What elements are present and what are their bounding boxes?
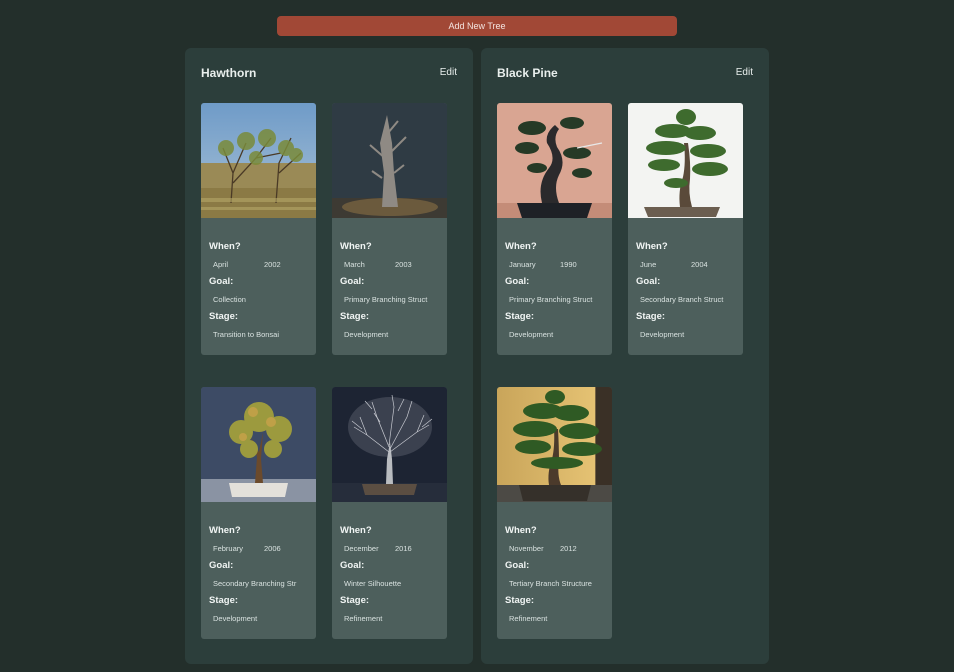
progress-card[interactable]: When? June 2004 Goal: Secondary Branch S…	[628, 103, 743, 355]
month-value: March	[344, 260, 365, 269]
when-label: When?	[340, 525, 372, 536]
stage-value: Development	[213, 614, 258, 623]
goal-label: Goal:	[505, 560, 530, 571]
goal-label: Goal:	[636, 276, 661, 287]
stage-label: Stage:	[340, 595, 370, 606]
year-value: 2002	[264, 260, 281, 269]
goal-label: Goal:	[209, 276, 234, 287]
stage-value: Refinement	[509, 614, 548, 623]
stage-value: Refinement	[344, 614, 383, 623]
add-new-tree-button[interactable]: Add New Tree	[277, 16, 677, 36]
month-value: February	[213, 544, 244, 553]
month-value: January	[509, 260, 536, 269]
tree-photo	[332, 387, 447, 502]
when-label: When?	[340, 241, 372, 252]
goal-value: Primary Branching Struct	[509, 295, 593, 304]
tree-photo	[332, 103, 447, 218]
year-value: 1990	[560, 260, 577, 269]
progress-card[interactable]: When? March 2003 Goal: Primary Branching…	[332, 103, 447, 355]
tree-photo	[497, 387, 612, 502]
tree-title: Hawthorn	[201, 66, 257, 80]
when-label: When?	[209, 525, 241, 536]
when-label: When?	[636, 241, 668, 252]
tree-photo	[201, 387, 316, 502]
goal-value: Tertiary Branch Structure	[509, 579, 592, 588]
tree-photo	[201, 103, 316, 218]
stage-label: Stage:	[505, 311, 535, 322]
progress-card[interactable]: When? February 2006 Goal: Secondary Bran…	[201, 387, 316, 639]
year-value: 2012	[560, 544, 577, 553]
tree-title: Black Pine	[497, 66, 558, 80]
goal-value: Winter Silhouette	[344, 579, 402, 588]
progress-card[interactable]: When? November 2012 Goal: Tertiary Branc…	[497, 387, 612, 639]
progress-card[interactable]: When? April 2002 Goal: Collection Stage:…	[201, 103, 316, 355]
edit-tree-button[interactable]: Edit	[736, 67, 753, 78]
year-value: 2016	[395, 544, 412, 553]
goal-value: Secondary Branching Str	[213, 579, 297, 588]
progress-card[interactable]: When? January 1990 Goal: Primary Branchi…	[497, 103, 612, 355]
goal-value: Primary Branching Struct	[344, 295, 428, 304]
when-label: When?	[505, 525, 537, 536]
month-value: June	[640, 260, 657, 269]
edit-tree-button[interactable]: Edit	[440, 67, 457, 78]
goal-label: Goal:	[340, 276, 365, 287]
goal-label: Goal:	[340, 560, 365, 571]
stage-label: Stage:	[209, 311, 239, 322]
tree-panel-black-pine: Black Pine Edit When? January 1990 Goal:…	[481, 48, 769, 664]
month-value: November	[509, 544, 544, 553]
year-value: 2003	[395, 260, 412, 269]
year-value: 2006	[264, 544, 281, 553]
goal-value: Secondary Branch Struct	[640, 295, 724, 304]
goal-value: Collection	[213, 295, 246, 304]
month-value: December	[344, 544, 379, 553]
stage-label: Stage:	[209, 595, 239, 606]
progress-card[interactable]: When? December 2016 Goal: Winter Silhoue…	[332, 387, 447, 639]
tree-photo	[497, 103, 612, 218]
stage-label: Stage:	[505, 595, 535, 606]
stage-label: Stage:	[340, 311, 370, 322]
stage-label: Stage:	[636, 311, 666, 322]
stage-value: Development	[640, 330, 685, 339]
year-value: 2004	[691, 260, 708, 269]
stage-value: Development	[344, 330, 389, 339]
month-value: April	[213, 260, 229, 269]
tree-panel-hawthorn: Hawthorn Edit When? April 2002 Goal: Col…	[185, 48, 473, 664]
stage-value: Transition to Bonsai	[213, 330, 280, 339]
stage-value: Development	[509, 330, 554, 339]
goal-label: Goal:	[505, 276, 530, 287]
goal-label: Goal:	[209, 560, 234, 571]
when-label: When?	[209, 241, 241, 252]
when-label: When?	[505, 241, 537, 252]
tree-photo	[628, 103, 743, 218]
